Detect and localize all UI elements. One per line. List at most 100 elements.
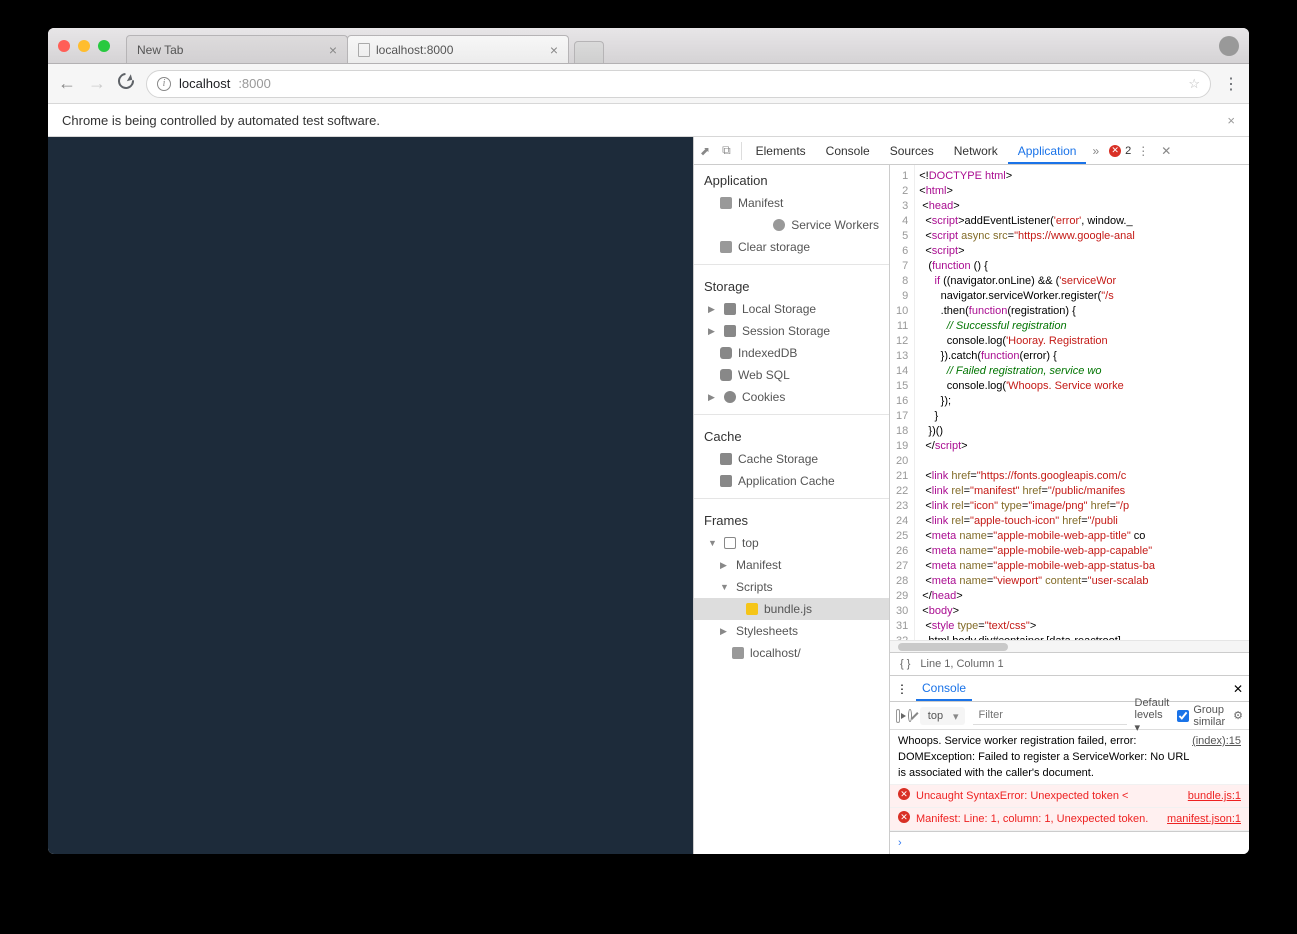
url-port: :8000	[238, 76, 271, 91]
database-icon	[720, 369, 732, 381]
close-drawer-icon[interactable]: ✕	[1233, 682, 1243, 696]
close-tab-icon[interactable]: ×	[329, 42, 337, 58]
sidebar-item-indexeddb[interactable]: IndexedDB	[694, 342, 889, 364]
horizontal-scrollbar[interactable]	[890, 640, 1249, 652]
sidebar-item-cachestorage[interactable]: Cache Storage	[694, 448, 889, 470]
forward-button[interactable]: →	[88, 73, 106, 94]
close-infobar-icon[interactable]: ×	[1227, 113, 1235, 128]
console-menu-icon[interactable]: ⋮	[896, 682, 908, 696]
sidebar-item-scripts[interactable]: ▼Scripts	[694, 576, 889, 598]
console-drawer: ⋮ Console ✕ top Default levels ▾ Group s…	[890, 675, 1249, 854]
trash-icon	[720, 241, 732, 253]
document-icon	[732, 647, 744, 659]
clear-console-icon[interactable]	[908, 709, 912, 722]
source-panel: 1234567891011121314151617181920212223242…	[890, 165, 1249, 854]
expand-icon[interactable]: ▶	[720, 560, 730, 571]
sidebar-item-cookies[interactable]: ▶Cookies	[694, 386, 889, 408]
reload-button[interactable]	[118, 73, 134, 94]
more-tabs-icon[interactable]: »	[1086, 144, 1105, 158]
console-settings-icon[interactable]: ⚙	[1233, 709, 1243, 722]
inspect-element-icon[interactable]: ⬈	[694, 144, 716, 158]
reload-icon	[115, 70, 138, 93]
back-button[interactable]: ←	[58, 73, 76, 94]
sidebar-group-cache: Cache	[694, 421, 889, 448]
log-level-dropdown[interactable]: Default levels ▾	[1135, 697, 1170, 734]
checkbox[interactable]	[1177, 710, 1189, 722]
close-devtools-icon[interactable]: ✕	[1155, 144, 1177, 158]
source-statusbar: { } Line 1, Column 1	[890, 652, 1249, 675]
devtools-body: Application Manifest Service Workers Cle…	[694, 165, 1249, 854]
console-toolbar: top Default levels ▾ Group similar ⚙	[890, 702, 1249, 730]
log-source-link[interactable]: bundle.js:1	[1188, 788, 1241, 804]
expand-icon[interactable]: ▼	[720, 582, 730, 592]
console-log: Whoops. Service worker registration fail…	[890, 730, 1249, 854]
browser-window: New Tab × localhost:8000 × ← → i localho…	[48, 28, 1249, 854]
maximize-window-icon[interactable]	[98, 40, 110, 52]
expand-icon[interactable]: ▶	[708, 326, 718, 337]
sidebar-item-stylesheets[interactable]: ▶Stylesheets	[694, 620, 889, 642]
browser-menu-icon[interactable]: ⋮	[1223, 74, 1239, 94]
log-row-error[interactable]: ✕ Manifest: Line: 1, column: 1, Unexpect…	[890, 808, 1249, 831]
browser-tab-newtab[interactable]: New Tab ×	[126, 35, 348, 63]
tab-sources[interactable]: Sources	[880, 137, 944, 164]
tab-label: localhost:8000	[376, 43, 453, 57]
sidebar-item-serviceworkers[interactable]: Service Workers	[694, 214, 889, 236]
log-source-link[interactable]: manifest.json:1	[1167, 811, 1241, 827]
document-icon	[720, 197, 732, 209]
tab-elements[interactable]: Elements	[746, 137, 816, 164]
page-viewport[interactable]	[48, 137, 693, 854]
sidebar-item-localstorage[interactable]: ▶Local Storage	[694, 298, 889, 320]
close-tab-icon[interactable]: ×	[550, 42, 558, 58]
console-prompt[interactable]: ›	[890, 832, 1249, 854]
address-bar[interactable]: i localhost :8000 ☆	[146, 70, 1211, 98]
group-similar-checkbox[interactable]: Group similar	[1177, 704, 1225, 728]
tab-network[interactable]: Network	[944, 137, 1008, 164]
device-toggle-icon[interactable]: ⧉	[716, 143, 737, 158]
code-view[interactable]: 1234567891011121314151617181920212223242…	[890, 165, 1249, 640]
application-sidebar: Application Manifest Service Workers Cle…	[694, 165, 890, 854]
expand-icon[interactable]: ▶	[720, 626, 730, 637]
sidebar-item-websql[interactable]: Web SQL	[694, 364, 889, 386]
database-icon	[720, 347, 732, 359]
sidebar-item-sessionstorage[interactable]: ▶Session Storage	[694, 320, 889, 342]
infobar-text: Chrome is being controlled by automated …	[62, 113, 380, 128]
site-info-icon[interactable]: i	[157, 77, 171, 91]
console-header: ⋮ Console ✕	[890, 676, 1249, 702]
browser-tab-localhost[interactable]: localhost:8000 ×	[347, 35, 569, 63]
url-host: localhost	[179, 76, 230, 91]
context-selector[interactable]: top	[920, 707, 965, 725]
close-window-icon[interactable]	[58, 40, 70, 52]
log-row[interactable]: Whoops. Service worker registration fail…	[890, 730, 1249, 785]
tab-application[interactable]: Application	[1008, 137, 1087, 164]
log-row-error[interactable]: ✕ Uncaught SyntaxError: Unexpected token…	[890, 785, 1249, 808]
sidebar-item-localhost[interactable]: localhost/	[694, 642, 889, 664]
expand-icon[interactable]: ▶	[708, 304, 718, 315]
sidebar-item-bundlejs[interactable]: bundle.js	[694, 598, 889, 620]
sidebar-item-appcache[interactable]: Application Cache	[694, 470, 889, 492]
new-tab-button[interactable]	[574, 41, 604, 63]
expand-icon[interactable]: ▶	[708, 392, 718, 403]
log-message: Uncaught SyntaxError: Unexpected token <	[916, 788, 1188, 804]
sidebar-item-clearstorage[interactable]: Clear storage	[694, 236, 889, 258]
error-badge[interactable]: ✕2	[1109, 145, 1131, 157]
console-filter-input[interactable]	[973, 706, 1127, 725]
browser-tabs: New Tab × localhost:8000 ×	[126, 28, 604, 63]
profile-avatar-icon[interactable]	[1219, 36, 1239, 56]
gear-icon	[773, 219, 785, 231]
js-file-icon	[746, 603, 758, 615]
format-icon[interactable]: { }	[900, 658, 910, 670]
sidebar-item-manifest[interactable]: Manifest	[694, 192, 889, 214]
bookmark-star-icon[interactable]: ☆	[1188, 76, 1200, 92]
minimize-window-icon[interactable]	[78, 40, 90, 52]
sidebar-item-frame-manifest[interactable]: ▶Manifest	[694, 554, 889, 576]
sidebar-group-storage: Storage	[694, 271, 889, 298]
scroll-thumb[interactable]	[898, 643, 1008, 651]
tab-console[interactable]: Console	[816, 137, 880, 164]
sidebar-item-top[interactable]: ▼top	[694, 532, 889, 554]
execution-context-icon[interactable]	[896, 709, 900, 723]
content-area: ⬈ ⧉ Elements Console Sources Network App…	[48, 137, 1249, 854]
devtools-menu-icon[interactable]: ⋮	[1131, 144, 1155, 158]
log-source-link[interactable]: (index):15	[1192, 733, 1241, 781]
console-drawer-tab[interactable]: Console	[916, 677, 972, 701]
expand-icon[interactable]: ▼	[708, 538, 718, 548]
